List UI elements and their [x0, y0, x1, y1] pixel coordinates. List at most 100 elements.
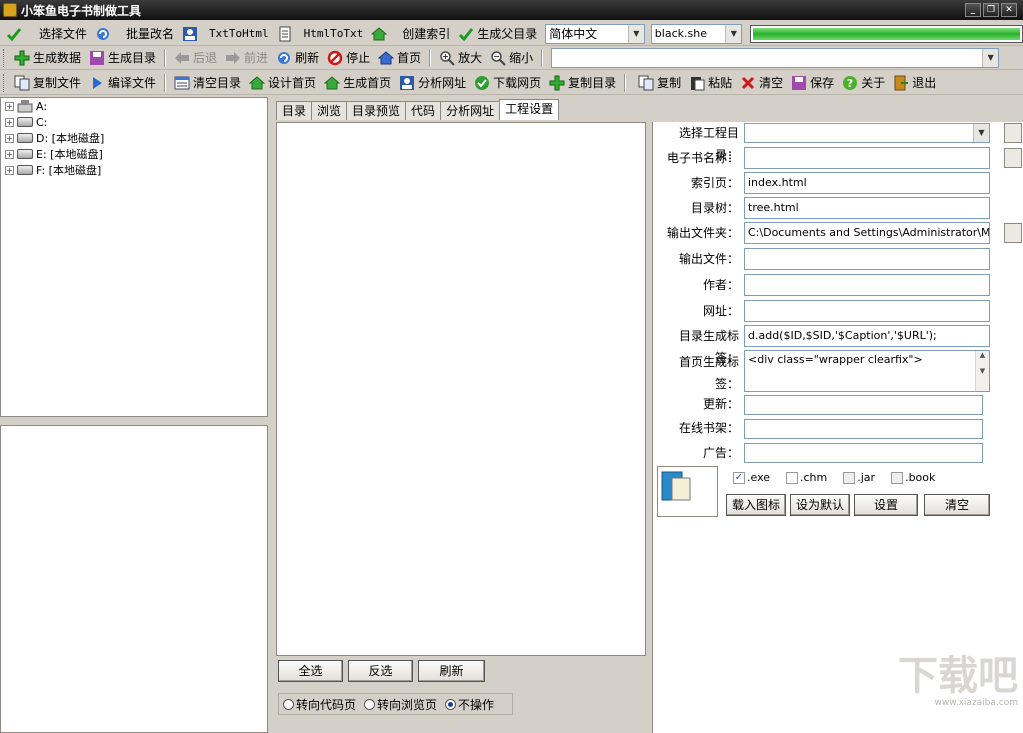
save-button[interactable]: 保存 — [787, 72, 838, 94]
close-button[interactable]: ✕ — [1001, 3, 1017, 17]
project-dir-select[interactable]: ▼ — [744, 123, 990, 143]
about-button[interactable]: ? 关于 — [838, 72, 889, 94]
index-page-input[interactable]: index.html — [744, 172, 990, 194]
stop-label: 停止 — [346, 51, 371, 65]
expand-icon[interactable]: + — [5, 101, 14, 111]
compile-file-button[interactable]: 编译文件 — [85, 72, 160, 94]
paste-button[interactable]: 粘贴 — [685, 72, 736, 94]
output-folder-input[interactable]: C:\Documents and Settings\Administrator\… — [744, 222, 990, 244]
toc-tag-input[interactable]: d.add($ID,$SID,'$Caption','$URL'); — [744, 325, 990, 347]
design-home-button[interactable]: 设计首页 — [245, 72, 320, 94]
project-file-list[interactable] — [276, 122, 646, 656]
minimize-button[interactable]: _ — [965, 3, 981, 17]
copy-button[interactable]: 复制 — [634, 72, 685, 94]
restore-button[interactable]: ❐ — [983, 3, 999, 17]
update-input[interactable] — [744, 395, 983, 415]
clear-settings-button[interactable]: 清空 — [924, 494, 990, 516]
bookshelf-input[interactable] — [744, 419, 983, 439]
gen-parent-dir-label: 生成父目录 — [477, 27, 538, 41]
save-icon — [90, 50, 105, 65]
ad-input[interactable] — [744, 443, 983, 463]
back-button[interactable]: 后退 — [170, 47, 221, 69]
tree-item-drive[interactable]: + D: [本地磁盘] — [1, 130, 267, 146]
output-folder-label: 输出文件夹： — [666, 226, 739, 240]
refresh-list-button[interactable]: 刷新 — [418, 660, 485, 682]
tab-project-settings[interactable]: 工程设置 — [499, 99, 560, 120]
clear-button[interactable]: 清空 — [736, 72, 787, 94]
clear-toc-button[interactable]: 清空目录 — [170, 72, 245, 94]
expand-icon[interactable]: + — [5, 165, 14, 175]
format-jar-checkbox[interactable]: .jar — [843, 471, 875, 484]
paste-label: 粘贴 — [708, 76, 733, 90]
load-icon-button[interactable]: 载入图标 — [726, 494, 786, 516]
forward-button[interactable]: 前进 — [221, 47, 272, 69]
tree-item-drive[interactable]: + F: [本地磁盘] — [1, 162, 267, 178]
zoom-out-button[interactable]: 缩小 — [486, 47, 537, 69]
gen-home-button[interactable]: 生成首页 — [320, 72, 395, 94]
hard-drive-icon — [17, 149, 33, 159]
hard-drive-icon — [17, 117, 33, 127]
radio-no-action[interactable]: 不操作 — [445, 696, 494, 713]
plus-icon — [549, 75, 565, 90]
tab-toc-preview[interactable]: 目录预览 — [346, 101, 407, 120]
select-file-button[interactable]: 选择文件 — [0, 23, 91, 45]
gen-toc-button[interactable]: 生成目录 — [85, 47, 160, 69]
home-tag-textarea[interactable]: <div class="wrapper clearfix"> ▲ ▼ — [744, 350, 990, 392]
gen-parent-dir-button[interactable]: 生成父目录 — [454, 23, 541, 45]
output-file-input[interactable] — [744, 248, 990, 270]
set-default-button[interactable]: 设为默认 — [790, 494, 850, 516]
radio-goto-code[interactable]: 转向代码页 — [283, 696, 356, 713]
refresh-button[interactable]: 刷新 — [272, 47, 323, 69]
expand-icon[interactable]: + — [5, 133, 14, 143]
select-all-button[interactable]: 全选 — [278, 660, 343, 682]
refresh-label: 刷新 — [295, 51, 320, 65]
exit-button[interactable]: 退出 — [889, 72, 940, 94]
apply-settings-button[interactable]: 设置 — [854, 494, 918, 516]
expand-icon[interactable]: + — [5, 117, 14, 127]
stop-button[interactable]: 停止 — [323, 47, 374, 69]
expand-icon[interactable]: + — [5, 149, 14, 159]
toc-tree-input[interactable]: tree.html — [744, 197, 990, 219]
ebook-name-option-button[interactable] — [1004, 148, 1022, 168]
browse-output-button[interactable] — [1004, 223, 1022, 243]
author-input[interactable] — [744, 274, 990, 296]
copy-icon — [638, 75, 654, 90]
copy-file-button[interactable]: 复制文件 — [10, 72, 85, 94]
create-index-button[interactable]: 创建索引 — [367, 23, 454, 45]
clear-toc-label: 清空目录 — [193, 76, 242, 90]
ebook-name-input[interactable] — [744, 147, 990, 169]
analyze-url-button[interactable]: 分析网址 — [395, 72, 470, 94]
file-list[interactable] — [0, 425, 268, 733]
paste-icon — [691, 76, 705, 90]
encoding-select[interactable]: 简体中文 ▼ — [545, 23, 645, 44]
txt-to-html-button[interactable]: TxtToHtml — [178, 23, 273, 45]
drive-tree[interactable]: + A: + C: + D: [本地磁盘] + E: [本地磁盘] + F: [… — [0, 97, 268, 417]
tree-item-drive[interactable]: + A: — [1, 98, 267, 114]
skin-select[interactable]: black.she ▼ — [650, 23, 743, 44]
html-to-txt-button[interactable]: HtmlToTxt — [273, 23, 368, 45]
format-book-checkbox[interactable]: .book — [891, 471, 935, 484]
gen-data-button[interactable]: 生成数据 — [10, 47, 85, 69]
chevron-down-icon: ▼ — [973, 124, 989, 142]
tab-toc[interactable]: 目录 — [276, 101, 313, 120]
browse-project-button[interactable] — [1004, 123, 1022, 143]
textarea-scrollbar[interactable]: ▲ ▼ — [975, 351, 989, 391]
invert-selection-button[interactable]: 反选 — [348, 660, 413, 682]
batch-rename-button[interactable]: 批量改名 — [91, 23, 178, 45]
website-input[interactable] — [744, 300, 990, 322]
radio-goto-browse[interactable]: 转向浏览页 — [364, 696, 437, 713]
tab-code[interactable]: 代码 — [405, 101, 442, 120]
tab-analyze-url[interactable]: 分析网址 — [440, 101, 501, 120]
select-file-label: 选择文件 — [39, 27, 88, 41]
zoom-in-button[interactable]: 放大 — [435, 47, 486, 69]
copy-toc-button[interactable]: 复制目录 — [545, 72, 620, 94]
tab-browse[interactable]: 浏览 — [311, 101, 348, 120]
download-page-button[interactable]: 下载网页 — [470, 72, 545, 94]
tree-item-drive[interactable]: + E: [本地磁盘] — [1, 146, 267, 162]
home-button[interactable]: 首页 — [374, 47, 425, 69]
format-chm-checkbox[interactable]: .chm — [786, 471, 827, 484]
address-bar[interactable]: ▼ — [551, 47, 1000, 68]
format-exe-checkbox[interactable]: ✓ .exe — [733, 471, 770, 484]
tree-item-drive[interactable]: + C: — [1, 114, 267, 130]
svg-text:?: ? — [847, 77, 853, 90]
